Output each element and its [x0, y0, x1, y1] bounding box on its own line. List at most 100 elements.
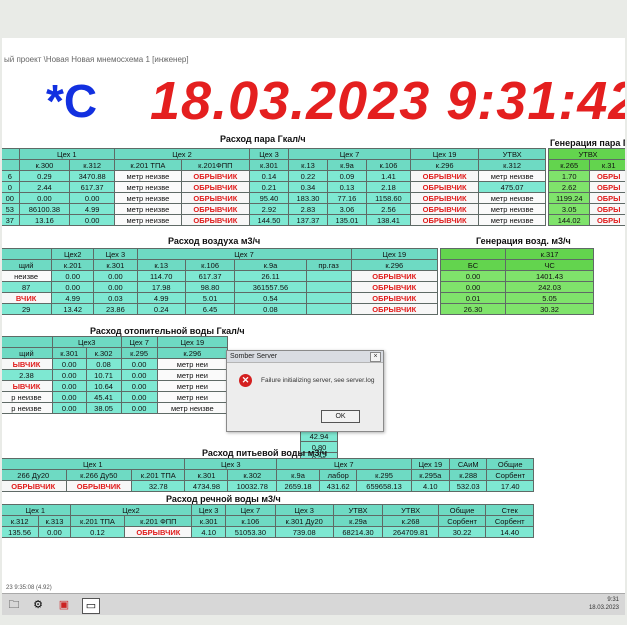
table-cell: 431.62: [319, 480, 358, 492]
table-cell: 13.16: [18, 214, 71, 226]
dialog-message: Failure initializing server, see server.…: [261, 377, 375, 384]
table-cell: 1.41: [365, 170, 411, 182]
table-cell: ВЧИК: [2, 292, 53, 304]
table-cell: 00: [2, 192, 20, 204]
table-cell: 45.41: [85, 391, 122, 403]
table-cell: 739.08: [274, 526, 334, 538]
column-header: к.313: [38, 515, 71, 527]
group-header: Общие: [437, 504, 487, 516]
table-row: 6 0.29 3470.88 метр неизве ОБРЫВЧИК 0.14 0.22 0…: [2, 170, 546, 182]
table-header-row: к.300 к.312 к.201 ТПА к.201ФПП к.301 к.13 к.9а…: [2, 159, 546, 171]
group-header: Цех 7: [225, 504, 276, 516]
column-header: БС: [439, 259, 507, 271]
table-header-row: Цех2 Цех 3 Цех 7 Цех 19: [2, 248, 439, 260]
table-cell: 6.45: [184, 303, 236, 315]
group-header: Цех 7: [120, 336, 158, 348]
column-header: щий: [2, 347, 53, 359]
table-cell: 3470.88: [69, 170, 116, 182]
settings-icon[interactable]: ⚙: [30, 598, 46, 612]
table-cell: 95.40: [248, 192, 289, 204]
table-header-row: УТВХ: [548, 148, 625, 160]
column-header: щий: [2, 259, 53, 271]
table-cell: р неизве: [2, 402, 53, 414]
table-cell: 0.00: [51, 358, 87, 370]
window-title: ый проект \Новая Новая мнемосхема 1 [инж…: [2, 54, 625, 65]
column-header: ЧС: [505, 259, 594, 271]
table-cell: ОБРЫВЧИК: [180, 192, 250, 204]
table-cell: метр неизве: [114, 214, 182, 226]
air-table: Цех2 Цех 3 Цех 7 Цех 19 щий к.201 к.301 к.13 к.1…: [2, 248, 439, 315]
group-header: УТВХ: [478, 148, 546, 160]
table-row: неизве 0.00 0.00 114.70 617.37 26.11 ОБРЫВЧИК: [2, 270, 439, 282]
table-row: 0.01 5.05: [439, 292, 594, 304]
column-header: к.13: [136, 259, 186, 271]
table-header-row: Цех 1 Цех 2 Цех 3 Цех 7 Цех 19 УТВХ: [2, 148, 546, 160]
table-cell: 617.37: [184, 270, 236, 282]
table-cell: 264709.81: [382, 526, 439, 538]
table-cell: ОБРЫ: [589, 214, 625, 226]
table-cell: метр неи: [156, 358, 229, 370]
table-cell: 17.98: [136, 281, 186, 293]
column-header: к.312: [478, 159, 546, 171]
table-cell: 0.00: [51, 402, 87, 414]
table-row: 3.05 ОБРЫ: [547, 203, 625, 215]
table-cell: метр неизве: [478, 192, 546, 204]
steam-title: Расход пара Гкал/ч: [220, 134, 306, 144]
clock-date: 18.03.2023: [588, 605, 619, 611]
table-cell: ОБРЫВЧИК: [350, 281, 439, 293]
terminal-icon[interactable]: ▭: [82, 598, 100, 614]
table-header-row: к.317: [439, 248, 594, 260]
table-cell: 0.00: [38, 526, 71, 538]
table-row: 87 0.00 0.00 17.98 98.80 361557.56 ОБРЫВЧИК: [2, 281, 439, 293]
steam-table: Цех 1 Цех 2 Цех 3 Цех 7 Цех 19 УТВХ к.300 к.312…: [2, 148, 546, 226]
column-header: пр.газ: [305, 259, 352, 271]
table-header-row: Цех3 Цех 7 Цех 19: [2, 336, 229, 348]
table-cell: ОБРЫВЧИК: [409, 181, 480, 193]
table-cell: 77.16: [326, 192, 367, 204]
taskbar-clock: 9:31 18.03.2023: [589, 596, 619, 612]
column-header: к.301: [93, 259, 138, 271]
column-header: к.302: [227, 469, 278, 481]
group-header: Цех 2: [114, 148, 250, 160]
table-cell: 3.06: [326, 203, 367, 215]
air-title: Расход воздуха м3/ч: [168, 236, 261, 246]
column-header: к.312: [69, 159, 116, 171]
column-header: лабор: [319, 469, 358, 481]
table-cell: метр неи: [156, 369, 229, 381]
clock-time: 9:31: [607, 597, 619, 603]
table-cell: 475.07: [478, 181, 546, 193]
table-cell: 1.70: [547, 170, 591, 182]
column-header: к.300: [18, 159, 71, 171]
table-cell: 617.37: [69, 181, 116, 193]
table-cell: неизве: [2, 270, 53, 282]
table-cell: 0.12: [69, 526, 126, 538]
table-cell: 0.00: [120, 369, 158, 381]
table-cell: [305, 281, 352, 293]
table-cell: 98.80: [184, 281, 236, 293]
table-cell: 0.00: [51, 281, 95, 293]
column-header: к.265: [547, 159, 591, 171]
table-cell: ОБРЫВЧИК: [180, 181, 250, 193]
table-cell: 26.30: [439, 303, 507, 315]
dialog-close-button[interactable]: ×: [370, 352, 381, 362]
river-title: Расход речной воды м3/ч: [166, 494, 281, 504]
column-header: к.106: [184, 259, 236, 271]
table-cell: 23.86: [93, 303, 138, 315]
table-cell: 242.03: [505, 281, 594, 293]
folder-icon[interactable]: 🗀: [6, 598, 22, 612]
table-row: 0.00 1401.43: [439, 270, 594, 282]
table-cell: 0.00: [120, 402, 158, 414]
column-header: к.201ФПП: [180, 159, 250, 171]
app-icon[interactable]: ▣: [56, 598, 72, 612]
group-header: Общие: [486, 458, 534, 470]
dialog-title: Somber Server: [227, 351, 383, 363]
table-cell: 0.24: [136, 303, 186, 315]
dialog-ok-button[interactable]: OK: [321, 410, 360, 423]
group-header: Цех 3: [191, 504, 227, 516]
table-cell: 5.05: [505, 292, 594, 304]
table-cell: ОБРЫВЧИК: [2, 480, 67, 492]
column-header: к.312: [2, 515, 40, 527]
table-cell: 0.00: [69, 214, 116, 226]
table-cell: 2.44: [18, 181, 71, 193]
group-header: Цех 1: [18, 148, 116, 160]
